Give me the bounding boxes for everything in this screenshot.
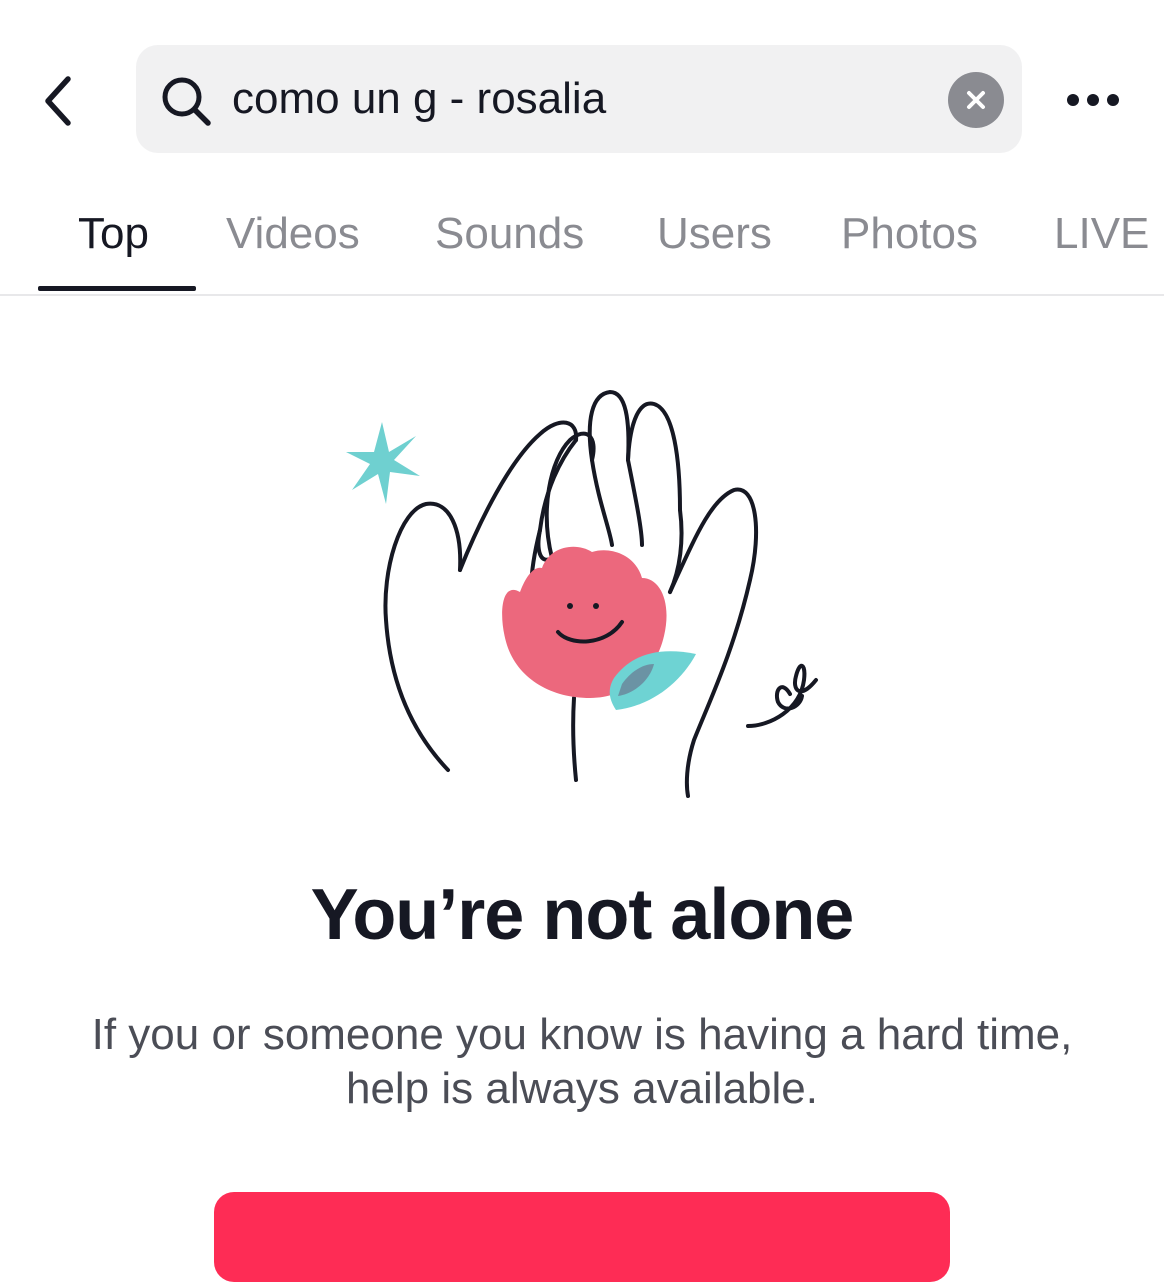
more-options-button[interactable] bbox=[1058, 80, 1128, 120]
tab-users[interactable]: Users bbox=[657, 208, 772, 260]
tab-top[interactable]: Top bbox=[78, 208, 149, 260]
search-tabs: Top Videos Sounds Users Photos LIVE bbox=[0, 190, 1164, 296]
sparkle-icon bbox=[346, 422, 420, 504]
tab-sounds[interactable]: Sounds bbox=[435, 208, 584, 260]
back-button[interactable] bbox=[28, 66, 88, 136]
tab-live[interactable]: LIVE bbox=[1054, 208, 1149, 260]
tab-photos[interactable]: Photos bbox=[841, 208, 978, 260]
chevron-left-icon bbox=[45, 76, 71, 126]
close-icon bbox=[967, 91, 985, 109]
search-header bbox=[0, 0, 1164, 180]
headline: You’re not alone bbox=[310, 875, 855, 955]
search-bar[interactable] bbox=[136, 45, 1022, 153]
search-icon bbox=[162, 77, 211, 126]
clear-search-button[interactable] bbox=[948, 72, 1004, 128]
more-horizontal-icon bbox=[1067, 94, 1119, 106]
search-input[interactable] bbox=[232, 67, 922, 131]
hands-holding-flower-illustration bbox=[346, 390, 818, 798]
active-tab-indicator bbox=[38, 286, 196, 291]
support-message: If you or someone you know is having a h… bbox=[91, 1010, 1073, 1113]
get-help-button[interactable] bbox=[214, 1192, 950, 1282]
tab-videos[interactable]: Videos bbox=[226, 208, 360, 260]
